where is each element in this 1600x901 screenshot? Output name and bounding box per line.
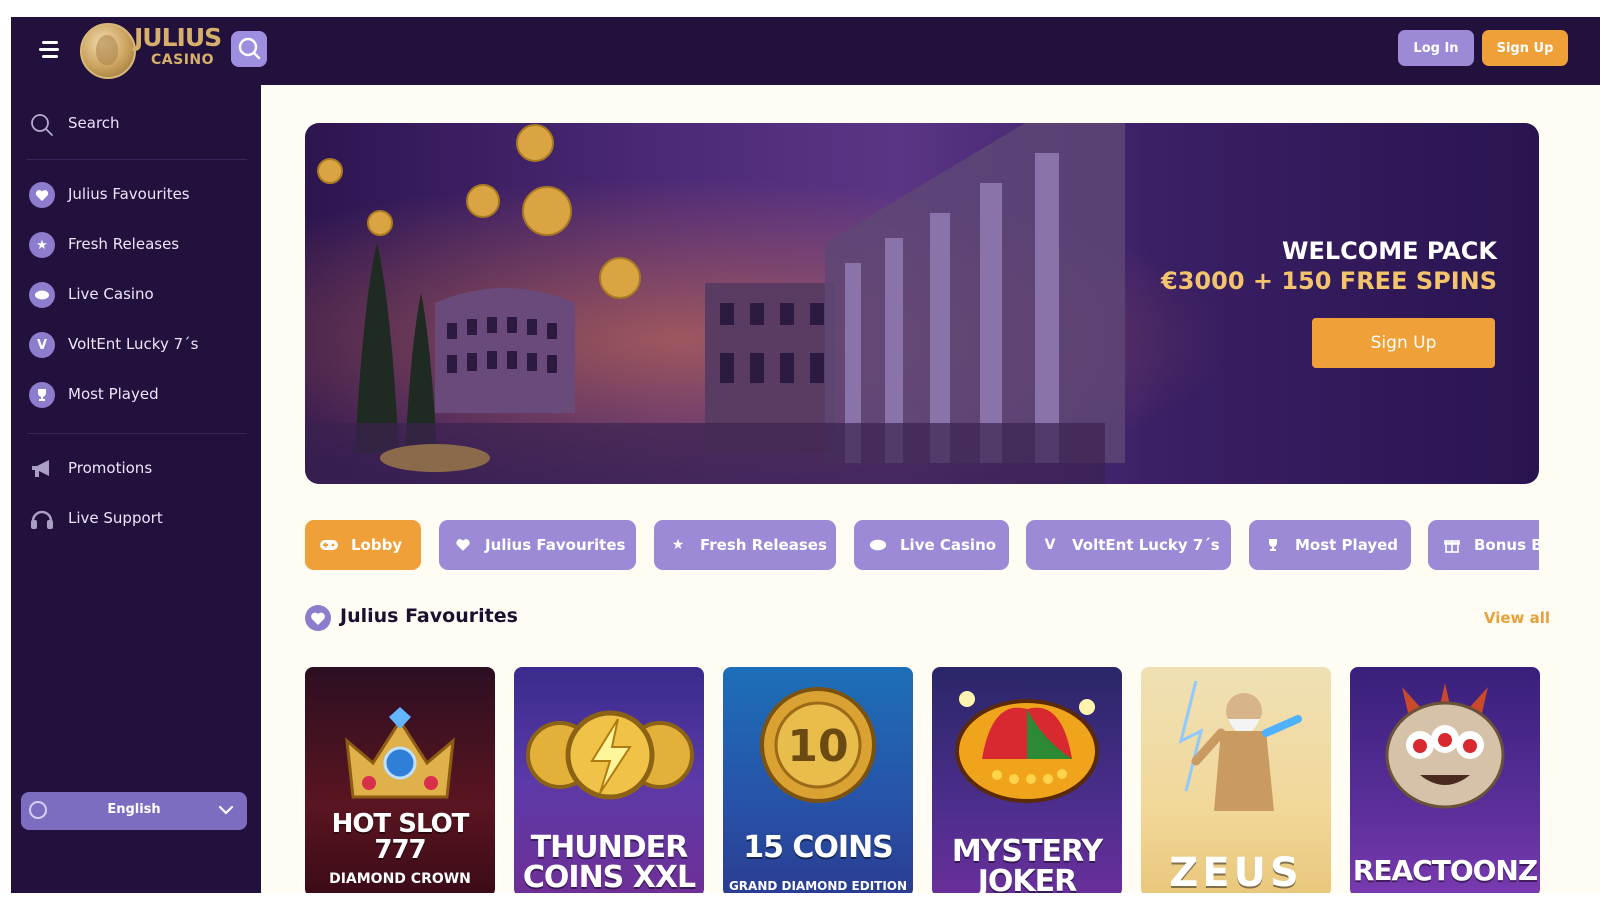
crown-icon <box>345 707 455 799</box>
tab-label: Fresh Releases <box>700 536 827 554</box>
game-tile[interactable]: THUNDER COINS XXL <box>514 667 704 893</box>
sidebar-item-live-support[interactable]: Live Support <box>11 497 261 541</box>
sidebar-item-live-casino[interactable]: Live Casino <box>11 273 261 317</box>
sidebar-item-voltent-lucky-7s[interactable]: V VoltEnt Lucky 7´s <box>11 323 261 367</box>
v-icon: V <box>1044 537 1056 553</box>
sidebar-item-label: VoltEnt Lucky 7´s <box>68 335 199 353</box>
tab-bonus[interactable]: Bonus B <box>1428 520 1539 570</box>
alien-monster-icon <box>1385 683 1505 809</box>
lightning-coin-icon <box>526 710 694 800</box>
game-tile[interactable]: MYSTERY JOKER <box>932 667 1122 893</box>
game-subtitle: DIAMOND CROWN <box>329 871 471 887</box>
logo-name: JULIUS <box>134 23 222 52</box>
coin-10-icon: 10 <box>760 687 876 803</box>
sidebar-item-label: Fresh Releases <box>68 235 180 253</box>
tab-label: Lobby <box>351 536 403 554</box>
game-name: REACTOONZ <box>1352 854 1538 887</box>
v-icon: V <box>29 332 55 358</box>
game-tile[interactable]: ZEUS <box>1141 667 1331 893</box>
banner-subtitle: €3000 + 150 FREE SPINS <box>1161 267 1497 295</box>
banner-title: WELCOME PACK <box>1282 237 1497 265</box>
search-icon <box>31 114 53 136</box>
signup-button[interactable]: Sign Up <box>1482 30 1568 66</box>
welcome-banner[interactable]: WELCOME PACK €3000 + 150 FREE SPINS Sign… <box>305 123 1539 484</box>
sidebar-item-label: Most Played <box>68 385 159 403</box>
language-selector[interactable]: English <box>21 792 247 830</box>
game-name: HOT SLOT 777 <box>331 809 470 865</box>
trophy-icon <box>29 382 55 408</box>
section-title: Julius Favourites <box>340 605 518 627</box>
megaphone-icon <box>29 456 55 482</box>
search-icon <box>238 37 261 60</box>
sidebar-item-label: Live Casino <box>68 285 154 303</box>
rome-scene-illustration <box>305 123 1539 484</box>
casino-table-icon <box>29 282 55 308</box>
heart-icon <box>453 535 473 555</box>
logo-emblem[interactable] <box>80 23 136 79</box>
game-name: ZEUS <box>1169 850 1303 893</box>
gamepad-icon <box>319 535 339 555</box>
banner-signup-button[interactable]: Sign Up <box>1312 318 1495 368</box>
tab-label: Live Casino <box>900 536 997 554</box>
tab-label: Julius Favourites <box>485 536 626 554</box>
game-tile[interactable]: HOT SLOT 777 DIAMOND CROWN <box>305 667 495 893</box>
language-label: English <box>107 802 161 817</box>
game-name: MYSTERY JOKER <box>951 834 1103 894</box>
view-all-link[interactable]: View all <box>1484 609 1550 627</box>
sidebar-item-julius-favourites[interactable]: Julius Favourites <box>11 173 261 217</box>
app-window: JULIUS CASINO Log In Sign Up Search Juli… <box>11 17 1600 893</box>
star-icon: ★ <box>29 232 55 258</box>
sidebar-search[interactable]: Search <box>11 105 261 145</box>
tab-label: VoltEnt Lucky 7´s <box>1072 536 1220 554</box>
logo-sub: CASINO <box>151 52 215 68</box>
sidebar-search-label: Search <box>68 114 120 132</box>
tab-fresh-releases[interactable]: ★ Fresh Releases <box>654 520 836 570</box>
category-tabs: Lobby Julius Favourites ★ Fresh Releases… <box>305 520 1539 572</box>
main-content: WELCOME PACK €3000 + 150 FREE SPINS Sign… <box>261 85 1600 893</box>
game-tile[interactable]: REACTOONZ <box>1350 667 1540 893</box>
tab-live-casino[interactable]: Live Casino <box>854 520 1009 570</box>
top-bar: JULIUS CASINO Log In Sign Up <box>11 17 1600 85</box>
chevron-down-icon <box>218 805 234 815</box>
game-subtitle: GRAND DIAMOND EDITION <box>728 879 908 893</box>
svg-text:10: 10 <box>787 721 848 772</box>
gift-icon <box>1442 535 1462 555</box>
heart-icon <box>29 182 55 208</box>
sidebar-item-fresh-releases[interactable]: ★ Fresh Releases <box>11 223 261 267</box>
divider <box>27 433 247 434</box>
casino-table-icon <box>868 535 888 555</box>
zeus-figure-icon <box>1178 680 1302 811</box>
tab-most-played[interactable]: Most Played <box>1249 520 1411 570</box>
games-row: HOT SLOT 777 DIAMOND CROWN THUNDER COINS… <box>305 667 1545 893</box>
sidebar-item-promotions[interactable]: Promotions <box>11 447 261 491</box>
divider <box>27 159 247 160</box>
game-name: 15 COINS <box>743 830 894 865</box>
tab-voltent-lucky-7s[interactable]: V VoltEnt Lucky 7´s <box>1026 520 1231 570</box>
joker-hat-icon <box>955 691 1099 803</box>
game-name: THUNDER COINS XXL <box>522 830 696 893</box>
trophy-icon <box>1263 535 1283 555</box>
login-button[interactable]: Log In <box>1398 30 1474 66</box>
tab-julius-favourites[interactable]: Julius Favourites <box>439 520 636 570</box>
tab-label: Bonus B <box>1474 536 1539 554</box>
menu-icon[interactable] <box>39 39 61 59</box>
game-tile[interactable]: 10 15 COINS GRAND DIAMOND EDITION <box>723 667 913 893</box>
tab-label: Most Played <box>1295 536 1399 554</box>
tab-lobby[interactable]: Lobby <box>305 520 421 570</box>
sidebar-item-label: Promotions <box>68 459 153 477</box>
sidebar-item-label: Julius Favourites <box>68 185 190 203</box>
sidebar-item-label: Live Support <box>68 509 163 527</box>
star-icon: ★ <box>671 537 685 553</box>
sidebar: Search Julius Favourites ★ Fresh Release… <box>11 85 261 893</box>
headset-icon <box>29 506 55 532</box>
sidebar-item-most-played[interactable]: Most Played <box>11 373 261 417</box>
header-search-button[interactable] <box>231 31 267 67</box>
heart-icon <box>305 605 331 631</box>
